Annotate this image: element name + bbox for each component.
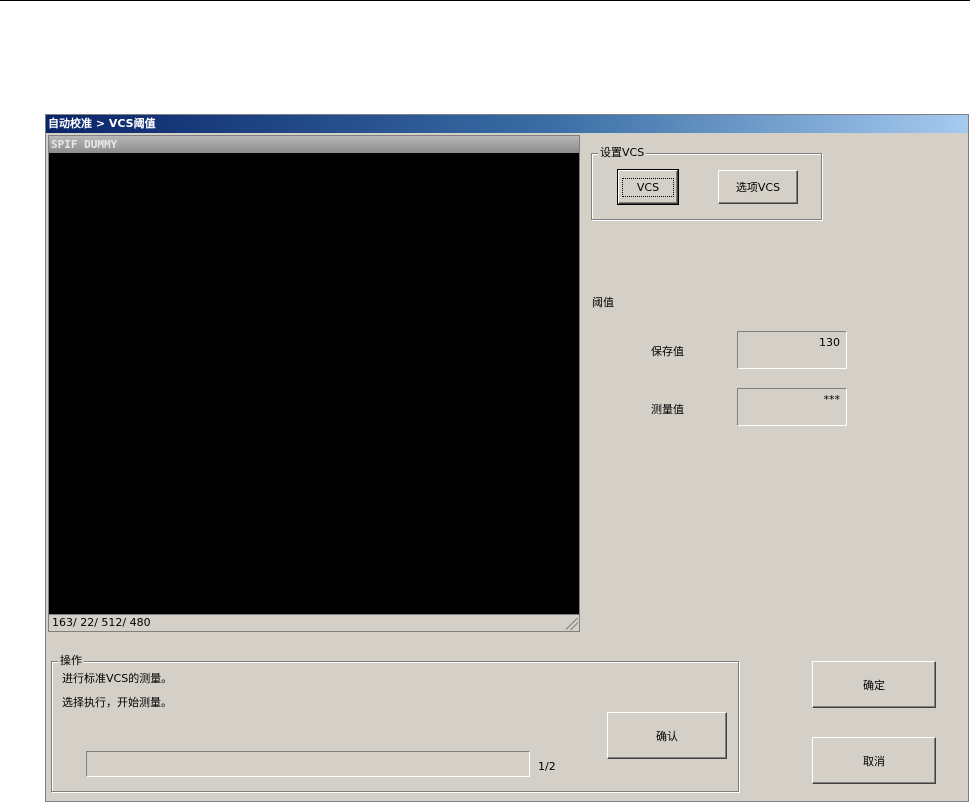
ok-button[interactable]: 确定 xyxy=(812,661,936,708)
vcs-settings-group: 设置VCS VCS 选项VCS xyxy=(591,146,822,220)
cancel-button[interactable]: 取消 xyxy=(812,737,936,784)
saved-value-label: 保存值 xyxy=(651,345,684,358)
operation-instruction-2: 选择执行，开始测量。 xyxy=(62,696,172,709)
option-vcs-button[interactable]: 选项VCS xyxy=(718,170,798,204)
saved-value-field: 130 xyxy=(737,331,847,369)
threshold-title: 阈值 xyxy=(592,296,614,309)
measured-value-label: 测量值 xyxy=(651,403,684,416)
resize-grip-icon[interactable] xyxy=(566,618,578,630)
confirm-button[interactable]: 确认 xyxy=(607,712,727,759)
window-title: 自动校准 > VCS阈值 xyxy=(46,115,968,133)
video-view: SPIF DUMMY xyxy=(48,135,580,629)
vcs-button[interactable]: VCS xyxy=(617,169,679,205)
operation-label: 操作 xyxy=(58,654,84,668)
vcs-settings-label: 设置VCS xyxy=(598,146,647,160)
video-status-bar: 163/ 22/ 512/ 480 xyxy=(48,614,580,632)
operation-instruction-1: 进行标准VCS的测量。 xyxy=(62,672,173,685)
measured-value-field: *** xyxy=(737,388,847,426)
step-counter: 1/2 xyxy=(538,760,556,773)
video-coordinates: 163/ 22/ 512/ 480 xyxy=(52,616,151,629)
progress-bar xyxy=(86,751,530,777)
video-header: SPIF DUMMY xyxy=(49,136,579,153)
calibration-dialog: 自动校准 > VCS阈值 SPIF DUMMY 163/ 22/ 512/ 48… xyxy=(45,114,969,802)
top-border-line xyxy=(0,0,970,1)
